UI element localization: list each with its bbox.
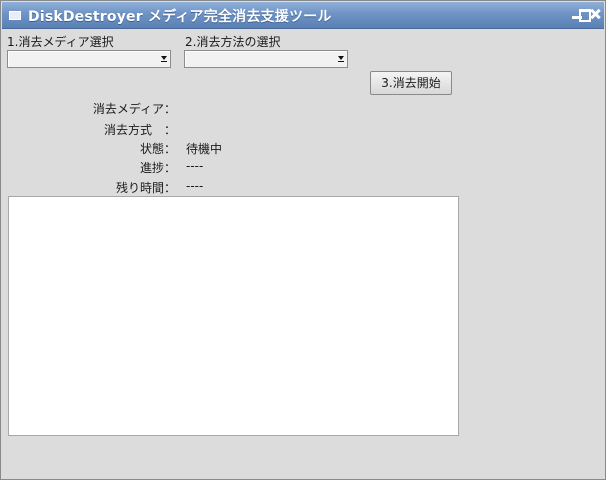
- remaining-time-value: ----: [186, 179, 204, 193]
- close-icon[interactable]: [588, 7, 602, 21]
- progress-value: ----: [186, 159, 204, 173]
- window-title: DiskDestroyer メディア完全消去支援ツール: [28, 9, 332, 25]
- erase-method-label: 消去方式 ：: [103, 123, 176, 137]
- remaining-time-label: 残り時間：: [115, 181, 176, 195]
- status-value: 待機中: [186, 142, 223, 156]
- chevron-down-icon[interactable]: [338, 56, 344, 62]
- start-erase-button[interactable]: 3.消去開始: [370, 71, 452, 95]
- progress-label: 進捗：: [139, 161, 176, 175]
- title-bar[interactable]: DiskDestroyer メディア完全消去支援ツール: [2, 2, 604, 29]
- log-output-area[interactable]: [8, 196, 459, 436]
- chevron-down-icon[interactable]: [161, 56, 167, 62]
- method-select-label: 2.消去方法の選択: [185, 35, 281, 49]
- window-icon: [9, 11, 21, 20]
- media-select[interactable]: [7, 50, 171, 68]
- method-select[interactable]: [184, 50, 348, 68]
- status-label: 状態：: [139, 142, 176, 156]
- erase-media-label: 消去メディア：: [92, 102, 176, 116]
- media-select-label: 1.消去メディア選択: [7, 35, 114, 49]
